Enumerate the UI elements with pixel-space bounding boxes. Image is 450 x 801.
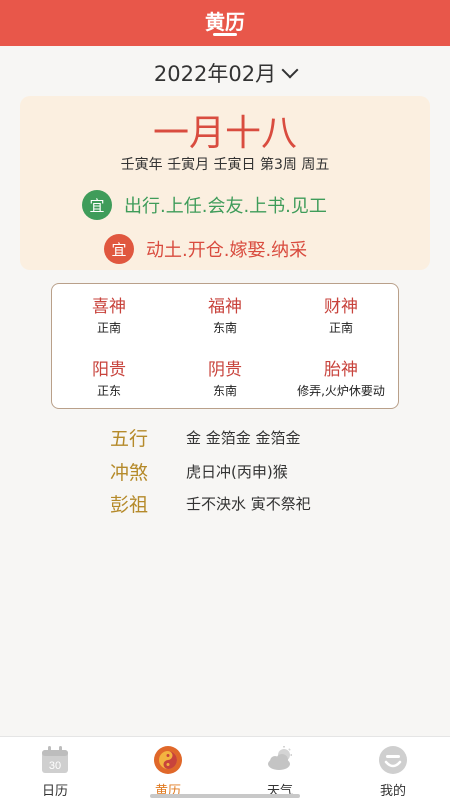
page-title: 黄历 xyxy=(205,10,245,34)
nav-almanac[interactable]: 黄历 xyxy=(128,745,208,799)
god-direction: 东南 xyxy=(212,321,237,335)
info-value: 壬不泱水 寅不祭祀 xyxy=(186,495,311,513)
info-value: 金 金箔金 金箔金 xyxy=(186,429,301,447)
info-row-pengzu: 彭祖 壬不泱水 寅不祭祀 xyxy=(110,490,311,517)
date-selector-label: 2022年02月 xyxy=(153,62,277,86)
yin-yang-icon xyxy=(153,745,183,775)
nav-weather[interactable]: 天气 xyxy=(240,745,320,799)
avoid-row: 宜 动土.开仓.嫁娶.纳采 xyxy=(104,234,307,264)
title-underline xyxy=(213,33,237,36)
calendar-icon-number: 30 xyxy=(49,760,61,772)
god-item: 阳贵 正东 xyxy=(54,359,164,399)
god-item: 喜神 正南 xyxy=(54,296,164,336)
god-name: 阴贵 xyxy=(208,360,242,380)
nav-label: 日历 xyxy=(41,784,68,799)
god-direction: 修弄,火炉休要动 xyxy=(297,384,385,398)
god-direction: 东南 xyxy=(212,384,237,398)
top-bar: 黄历 xyxy=(0,0,450,46)
god-item: 财神 正南 xyxy=(286,296,396,336)
nav-label: 我的 xyxy=(379,784,406,799)
info-label: 冲煞 xyxy=(110,462,149,484)
god-item: 阴贵 东南 xyxy=(170,359,280,399)
lunar-date: 一月十八 xyxy=(152,113,297,154)
god-name: 福神 xyxy=(208,297,242,317)
calendar-icon: 30 xyxy=(40,745,70,775)
weather-icon xyxy=(265,745,295,775)
god-name: 胎神 xyxy=(324,360,358,380)
bottom-nav: 30 日历 黄历 天气 我的 xyxy=(0,736,450,801)
nav-calendar[interactable]: 30 日历 xyxy=(15,745,95,799)
info-row-wuxing: 五行 金 金箔金 金箔金 xyxy=(110,424,301,451)
god-name: 喜神 xyxy=(92,297,126,317)
god-direction: 正南 xyxy=(328,321,353,335)
god-item: 福神 东南 xyxy=(170,296,280,336)
suitable-text: 出行.上任.会友.上书.见工 xyxy=(124,196,327,217)
god-name: 阳贵 xyxy=(92,360,126,380)
chevron-down-icon xyxy=(281,61,299,79)
home-indicator xyxy=(150,794,300,798)
god-item: 胎神 修弄,火炉休要动 xyxy=(286,359,396,399)
god-name: 财神 xyxy=(324,297,358,317)
info-row-chongsha: 冲煞 虎日冲(丙申)猴 xyxy=(110,458,288,485)
avoid-badge: 宜 xyxy=(104,234,134,264)
info-label: 彭祖 xyxy=(110,494,149,516)
profile-icon xyxy=(378,745,408,775)
almanac-card: 一月十八 壬寅年 壬寅月 壬寅日 第3周 周五 宜 出行.上任.会友.上书.见工… xyxy=(20,96,430,270)
info-label: 五行 xyxy=(110,428,149,450)
info-value: 虎日冲(丙申)猴 xyxy=(186,463,288,481)
date-selector[interactable]: 2022年02月 xyxy=(0,58,450,88)
nav-profile[interactable]: 我的 xyxy=(353,745,433,799)
god-direction: 正东 xyxy=(96,384,121,398)
suitable-row: 宜 出行.上任.会友.上书.见工 xyxy=(82,190,327,220)
suitable-badge: 宜 xyxy=(82,190,112,220)
god-direction: 正南 xyxy=(96,321,121,335)
avoid-text: 动土.开仓.嫁娶.纳采 xyxy=(146,240,308,261)
ganzhi-line: 壬寅年 壬寅月 壬寅日 第3周 周五 xyxy=(120,157,330,173)
gods-panel: 喜神 正南 福神 东南 财神 正南 阳贵 正东 阴贵 东南 胎神 修弄,火炉休要… xyxy=(51,283,399,409)
